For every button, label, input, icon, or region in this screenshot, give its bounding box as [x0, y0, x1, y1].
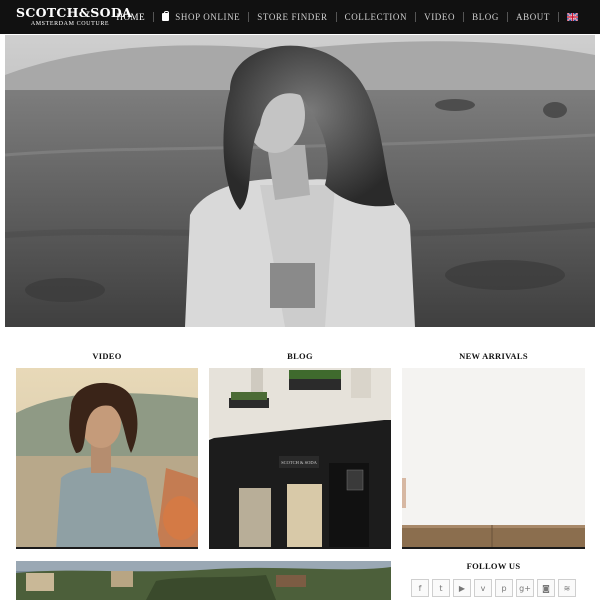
nav-item-label: SHOP ONLINE: [175, 12, 241, 22]
video-section-title: VIDEO: [92, 351, 122, 361]
blog-thumbnail[interactable]: SCOTCH & SODA: [209, 368, 391, 549]
nav-item-video[interactable]: VIDEO: [416, 12, 463, 22]
instagram-icon[interactable]: ◙: [537, 579, 555, 597]
nav-item-shop-online[interactable]: SHOP ONLINE: [154, 11, 248, 22]
nav-item-blog[interactable]: BLOG: [464, 12, 507, 22]
hero-photo-woman-in-landscape: [5, 35, 595, 327]
video-photo-young-man: [16, 368, 198, 549]
facebook-icon[interactable]: f: [411, 579, 429, 597]
main-nav: HOME SHOP ONLINE STORE FINDER COLLECTION…: [108, 0, 586, 34]
google-plus-icon[interactable]: g+: [516, 579, 534, 597]
uk-flag-icon: [567, 13, 578, 21]
blog-section-title: BLOG: [287, 351, 313, 361]
rss-icon[interactable]: ≋: [558, 579, 576, 597]
nav-item-home[interactable]: HOME: [108, 12, 153, 22]
nav-item-store-finder[interactable]: STORE FINDER: [249, 12, 335, 22]
new-arrivals-section-title: NEW ARRIVALS: [459, 351, 528, 361]
nav-item-label: ABOUT: [516, 12, 550, 22]
landscape-photo: [16, 561, 391, 600]
new-arrivals-photo-wall: [402, 368, 585, 549]
blog-photo-storefront: SCOTCH & SODA: [209, 368, 391, 549]
social-links: f t ▶ v p g+ ◙ ≋: [411, 579, 576, 597]
new-arrivals-thumbnail[interactable]: [402, 368, 585, 549]
featured-landscape-thumbnail[interactable]: [16, 561, 391, 600]
nav-item-collection[interactable]: COLLECTION: [337, 12, 416, 22]
nav-item-label: COLLECTION: [344, 12, 408, 22]
follow-us-title: FOLLOW US: [466, 561, 521, 571]
twitter-icon[interactable]: t: [432, 579, 450, 597]
shop-sign-text: SCOTCH & SODA: [281, 460, 318, 465]
nav-item-about[interactable]: ABOUT: [508, 12, 558, 22]
shopping-bag-icon: [162, 11, 170, 21]
language-selector[interactable]: [559, 13, 586, 21]
vimeo-icon[interactable]: v: [474, 579, 492, 597]
nav-item-label: VIDEO: [424, 12, 456, 22]
top-navigation-bar: SCOTCH&SODA AMSTERDAM COUTURE HOME SHOP …: [0, 0, 600, 34]
pinterest-icon[interactable]: p: [495, 579, 513, 597]
hero-image[interactable]: [5, 35, 595, 327]
nav-item-label: BLOG: [472, 12, 499, 22]
video-thumbnail[interactable]: [16, 368, 198, 549]
nav-item-label: STORE FINDER: [257, 12, 328, 22]
youtube-icon[interactable]: ▶: [453, 579, 471, 597]
nav-item-label: HOME: [116, 12, 146, 22]
